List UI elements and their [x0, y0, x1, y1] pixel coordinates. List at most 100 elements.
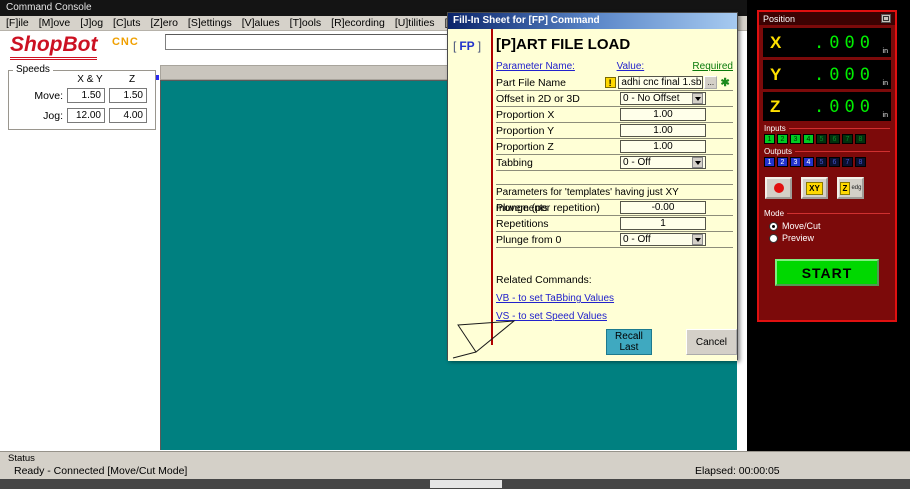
- param-label: Tabbing: [496, 156, 533, 169]
- input-led: 1: [764, 134, 775, 144]
- menu-cuts[interactable]: [C]uts: [113, 17, 140, 29]
- link-vb-tabbing[interactable]: VB - to set TaBbing Values: [496, 293, 614, 304]
- recall-last-button[interactable]: Recall Last: [606, 329, 652, 355]
- taskbar-item[interactable]: [430, 480, 502, 488]
- browse-button[interactable]: ...: [704, 76, 718, 89]
- table-row: Proportion Z 1.00: [496, 139, 733, 155]
- dialog-titlebar: Fill-In Sheet for [FP] Command: [448, 13, 737, 29]
- move-z-field[interactable]: 1.50: [109, 88, 147, 103]
- mode-preview-radio[interactable]: Preview: [769, 233, 895, 243]
- table-row: Repetitions 1: [496, 216, 733, 232]
- cnc-label: CNC: [111, 36, 139, 48]
- start-button[interactable]: START: [775, 259, 879, 286]
- axis-z-value: .000: [814, 96, 875, 117]
- elapsed-time: Elapsed: 00:00:05: [695, 465, 780, 477]
- speeds-column-headers: X & Y Z: [71, 74, 151, 85]
- position-buttons: XY Z edg: [765, 177, 889, 199]
- table-row: Proportion Y 1.00: [496, 123, 733, 139]
- jog-xy-field[interactable]: 12.00: [67, 108, 105, 123]
- menu-file[interactable]: [F]ile: [6, 17, 29, 29]
- position-window-button[interactable]: [881, 14, 891, 23]
- triangle-drawing: [452, 320, 516, 359]
- plunge-input[interactable]: -0.00: [620, 201, 706, 214]
- zero-xy-button[interactable]: XY: [801, 177, 828, 199]
- bottom-strip: [0, 479, 910, 489]
- menu-tools[interactable]: [T]ools: [290, 17, 322, 29]
- input-led: 7: [842, 134, 853, 144]
- plunge-from-zero-select[interactable]: 0 - Off: [620, 233, 706, 246]
- shopbot-brand-text: ShopBot: [10, 33, 98, 60]
- repetitions-input[interactable]: 1: [620, 217, 706, 230]
- speeds-panel: Speeds X & Y Z Move: 1.50 1.50 Jog: 12.0…: [8, 64, 156, 130]
- menu-utilities[interactable]: [U]tilities: [395, 17, 435, 29]
- output-led: 7: [842, 157, 853, 167]
- param-label: Plunge (per repetition): [496, 201, 600, 214]
- col-required: Required: [692, 61, 733, 72]
- table-header-row: Parameter Name: Value: Required: [496, 61, 733, 75]
- proportion-y-input[interactable]: 1.00: [620, 124, 706, 137]
- menu-zero[interactable]: [Z]ero: [150, 17, 177, 29]
- jog-z-field[interactable]: 4.00: [109, 108, 147, 123]
- menu-settings[interactable]: [S]ettings: [188, 17, 232, 29]
- param-label: Offset in 2D or 3D: [496, 92, 580, 105]
- input-led: 4: [803, 134, 814, 144]
- param-label: Plunge from 0: [496, 233, 562, 246]
- mode-move-cut-radio[interactable]: Move/Cut: [769, 221, 895, 231]
- move-xy-field[interactable]: 1.50: [67, 88, 105, 103]
- radio-checked-icon: [769, 221, 778, 231]
- position-titlebar: Position: [759, 12, 895, 25]
- tabbing-select[interactable]: 0 - Off: [620, 156, 706, 169]
- dropdown-arrow-icon[interactable]: [692, 93, 703, 104]
- axis-z-unit: in: [882, 112, 888, 119]
- shopbot-logo: ShopBot CNC: [10, 33, 139, 60]
- col-value: Value:: [616, 61, 645, 72]
- output-led: 6: [829, 157, 840, 167]
- cancel-button[interactable]: Cancel: [685, 329, 737, 355]
- status-bar: Status Ready - Connected [Move/Cut Mode]…: [0, 451, 910, 479]
- input-led: 2: [777, 134, 788, 144]
- proportion-x-input[interactable]: 1.00: [620, 108, 706, 121]
- zero-z-button[interactable]: Z edg: [837, 177, 864, 199]
- dropdown-arrow-icon[interactable]: [692, 157, 703, 168]
- code-text: FP: [459, 39, 475, 53]
- status-section-label: Status: [8, 453, 35, 464]
- menu-recording[interactable]: [R]ecording: [331, 17, 385, 29]
- axis-y-unit: in: [882, 80, 888, 87]
- part-file-name-input[interactable]: adhi cnc final 1.sbp: [618, 76, 704, 89]
- warning-icon: !: [604, 77, 616, 88]
- required-marker-icon: ✱: [720, 77, 730, 89]
- proportion-z-input[interactable]: 1.00: [620, 140, 706, 153]
- axis-y-value: .000: [814, 64, 875, 85]
- axis-x-label: X: [770, 32, 782, 52]
- output-led: 3: [790, 157, 801, 167]
- table-row: Part File Name ! adhi cnc final 1.sbp ..…: [496, 75, 733, 91]
- speeds-col-xy: X & Y: [77, 74, 103, 85]
- table-row: Proportion X 1.00: [496, 107, 733, 123]
- axis-z-label: Z: [770, 96, 781, 116]
- table-row: Plunge from 0 0 - Off: [496, 232, 733, 248]
- table-row: Tabbing 0 - Off: [496, 155, 733, 171]
- col-parameter-name: Parameter Name:: [496, 61, 575, 72]
- zero-xy-icon: XY: [806, 181, 823, 195]
- speeds-col-z: Z: [128, 74, 136, 85]
- param-label: Proportion Y: [496, 124, 555, 137]
- spindle-button[interactable]: [765, 177, 792, 199]
- axis-display-z: Z .000 in: [763, 92, 891, 121]
- input-led: 6: [829, 134, 840, 144]
- offset-select[interactable]: 0 - No Offset: [620, 92, 706, 105]
- command-code: [FP]: [453, 39, 481, 53]
- param-label: Repetitions: [496, 217, 549, 230]
- edge-label: edg: [851, 185, 862, 191]
- param-label: Proportion X: [496, 108, 555, 121]
- menu-values[interactable]: [V]alues: [242, 17, 280, 29]
- input-led: 5: [816, 134, 827, 144]
- axis-x-unit: in: [882, 48, 888, 55]
- dropdown-arrow-icon[interactable]: [692, 234, 703, 245]
- menu-move[interactable]: [M]ove: [39, 17, 71, 29]
- divider-red-line: [491, 29, 493, 345]
- position-window: Position X .000 in Y .000 in Z .000 in I…: [757, 10, 897, 322]
- menu-jog[interactable]: [J]og: [80, 17, 103, 29]
- input-leds: 1 2 3 4 5 6 7 8: [764, 134, 890, 144]
- param-label: Proportion Z: [496, 140, 554, 153]
- axis-display-y: Y .000 in: [763, 60, 891, 89]
